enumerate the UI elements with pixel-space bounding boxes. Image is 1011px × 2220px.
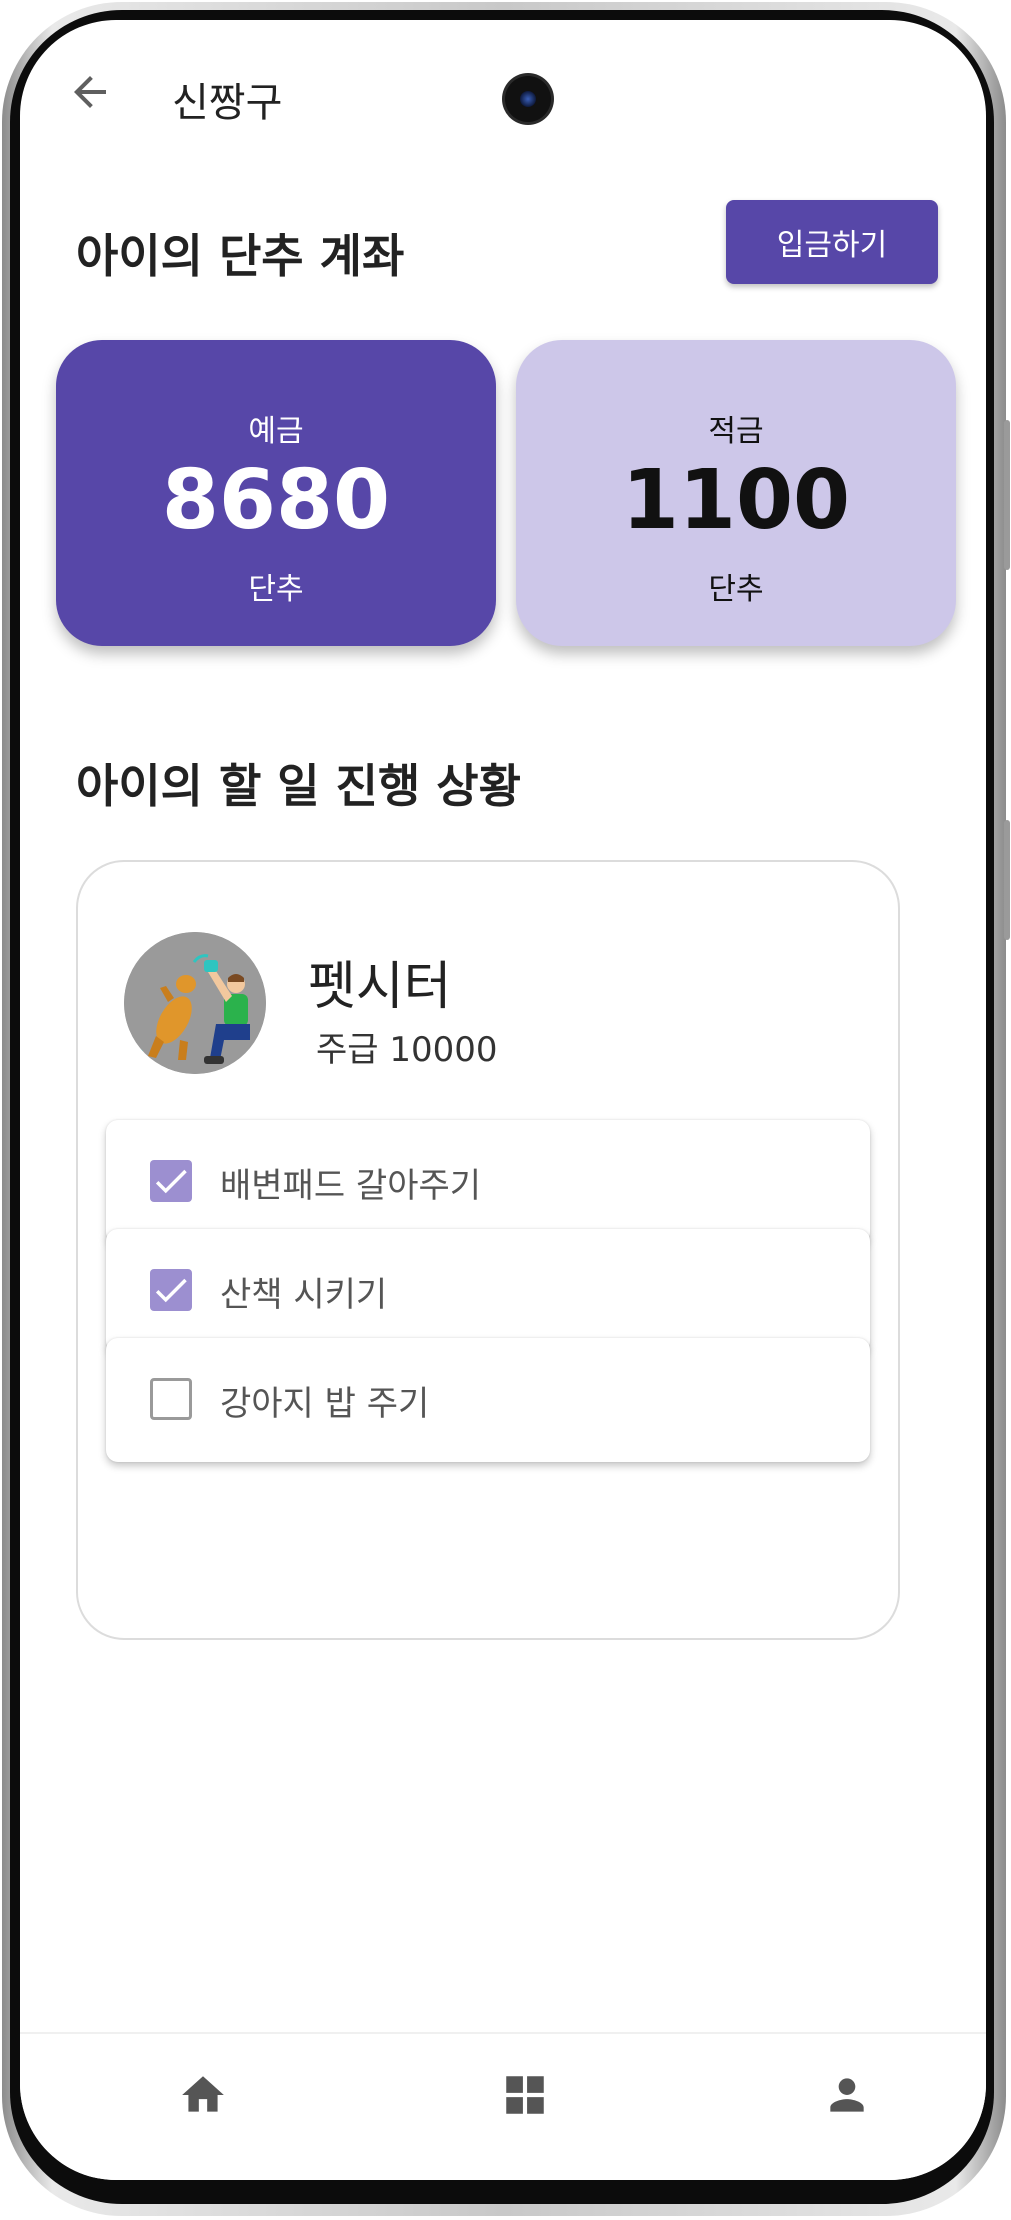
installment-unit: 단추 [708, 572, 764, 607]
todo-item[interactable]: 강아지 밥 주기 [106, 1338, 870, 1462]
task-progress-card: 펫시터 주급 10000 배변패드 갈아주기 산책 시키기 강아지 밥 주기 [76, 860, 900, 1640]
app-bar: 신짱구 [20, 20, 986, 160]
pet-sitter-avatar-icon [124, 932, 266, 1074]
arrow-back-icon[interactable] [66, 68, 114, 116]
phone-device: 신짱구 아이의 단추 계좌 입금하기 예금 8680 단추 적금 1100 단추… [0, 0, 1011, 2220]
app-screen: 신짱구 아이의 단추 계좌 입금하기 예금 8680 단추 적금 1100 단추… [20, 20, 986, 2180]
installment-savings-card[interactable]: 적금 1100 단추 [516, 340, 956, 646]
task-name: 펫시터 [308, 957, 452, 1017]
savings-unit: 단추 [248, 572, 304, 607]
camera-lens [520, 91, 536, 107]
volume-button [1004, 420, 1010, 570]
checkbox-checked-icon[interactable] [150, 1269, 192, 1311]
installment-balance: 1100 [621, 453, 851, 548]
page-title: 신짱구 [172, 80, 283, 126]
todo-label: 배변패드 갈아주기 [220, 1166, 482, 1206]
person-icon[interactable] [822, 2070, 872, 2120]
savings-label: 예금 [248, 414, 304, 449]
todo-item[interactable]: 배변패드 갈아주기 [106, 1120, 870, 1244]
todo-label: 강아지 밥 주기 [220, 1384, 430, 1424]
task-section-title: 아이의 할 일 진행 상황 [76, 759, 521, 813]
todo-item[interactable]: 산책 시키기 [106, 1229, 870, 1353]
checkbox-checked-icon[interactable] [150, 1160, 192, 1202]
bottom-navigation [20, 2032, 986, 2180]
home-icon[interactable] [178, 2070, 228, 2120]
checkbox-unchecked-icon[interactable] [150, 1378, 192, 1420]
grid-icon[interactable] [500, 2070, 550, 2120]
savings-account-card[interactable]: 예금 8680 단추 [56, 340, 496, 646]
front-camera [505, 76, 551, 122]
account-section-title: 아이의 단추 계좌 [76, 229, 405, 283]
power-button [1004, 820, 1010, 940]
savings-balance: 8680 [161, 453, 391, 548]
todo-label: 산책 시키기 [220, 1275, 388, 1315]
task-weekly-pay: 주급 10000 [316, 1030, 498, 1070]
deposit-button[interactable]: 입금하기 [726, 200, 938, 284]
installment-label: 적금 [708, 414, 764, 449]
